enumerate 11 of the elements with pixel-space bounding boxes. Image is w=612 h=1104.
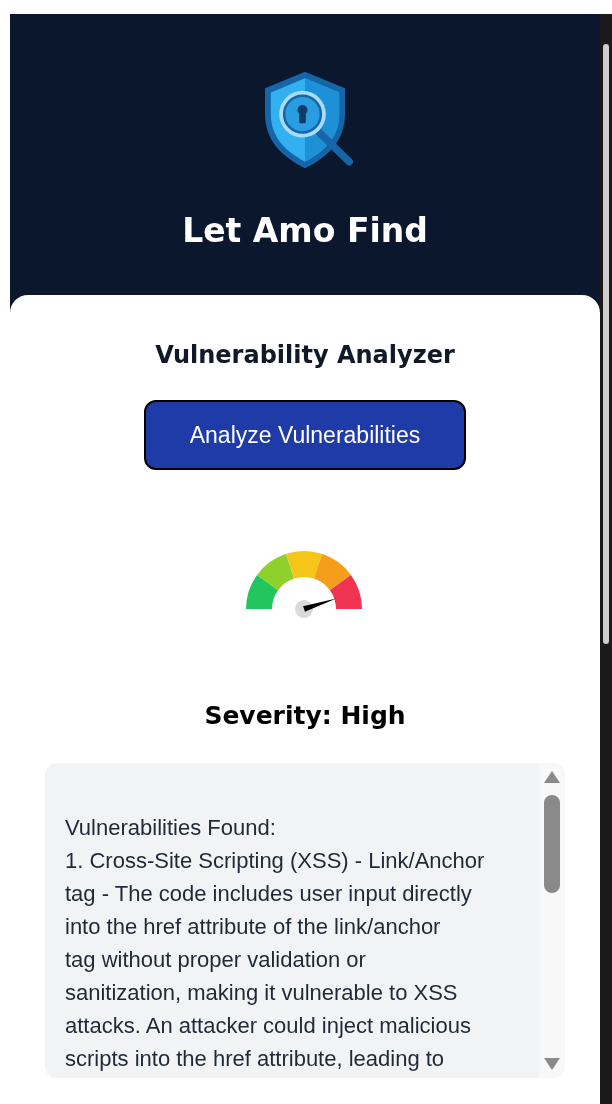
page-scroll-thumb[interactable] xyxy=(603,44,609,644)
severity-label: Severity: High xyxy=(204,700,406,732)
analyze-button[interactable]: Analyze Vulnerabilities xyxy=(144,400,466,470)
scroll-up-icon[interactable] xyxy=(544,770,560,783)
app-title: Let Amo Find xyxy=(182,210,428,252)
scroll-thumb[interactable] xyxy=(544,794,560,893)
page-scrollbar[interactable] xyxy=(600,14,612,1104)
results-text: Vulnerabilities Found: 1. Cross-Site Scripting (XSS) - Link/Anchor tag - The code includes user input directly into the href attribute of the link/anchor tag without proper validation or sanitization, making it vulnerable to XSS attacks. An attacker could inject malicious scripts into the href attribute, leading to xyxy=(64,813,486,1073)
scroll-down-icon[interactable] xyxy=(544,1057,560,1070)
scrollbar[interactable] xyxy=(539,762,565,1078)
card-title: Vulnerability Analyzer xyxy=(155,340,455,371)
